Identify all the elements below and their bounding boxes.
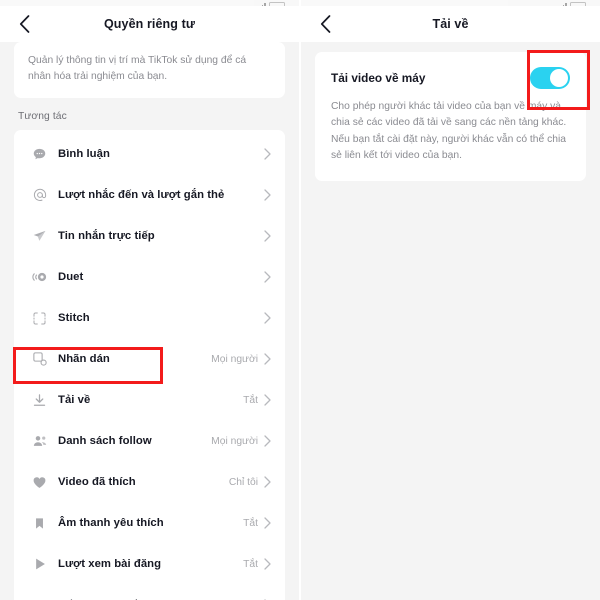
settings-row[interactable]: Bình luận: [14, 134, 285, 175]
settings-row[interactable]: Lượt xem bài đăng Tắt: [14, 544, 285, 585]
page-title: Tải về: [432, 17, 469, 31]
privacy-intro-card: Quản lý thông tin vị trí mà TikTok sử dụ…: [14, 42, 285, 98]
stitch-icon: [30, 309, 49, 328]
settings-row[interactable]: Stitch: [14, 298, 285, 339]
settings-row-label: Tin nhắn trực tiếp: [58, 230, 155, 243]
settings-row[interactable]: Nhãn dán Mọi người: [14, 339, 285, 380]
download-setting-title: Tải video về máy: [331, 71, 426, 85]
duet-icon: [30, 268, 49, 287]
toggle-knob: [550, 69, 568, 87]
right-phone-screen: Tải về Tải video về máy Cho phép người k…: [301, 0, 600, 600]
interaction-settings-card: Bình luận Lượt nhắc đến và lượt gắn thẻ Ti…: [14, 129, 285, 600]
settings-row[interactable]: Số lượt xem hồ sơBật: [14, 585, 285, 600]
back-button[interactable]: [315, 14, 335, 34]
heart-icon: [30, 473, 49, 492]
play-icon: [30, 555, 49, 574]
chevron-right-icon: [264, 312, 271, 325]
chevron-right-icon: [264, 476, 271, 489]
settings-row[interactable]: Video đã thích Chỉ tôi: [14, 462, 285, 503]
sticker-icon: [30, 350, 49, 369]
settings-row[interactable]: Lượt nhắc đến và lượt gắn thẻ: [14, 175, 285, 216]
settings-row-value: Tắt: [243, 558, 258, 570]
profile-views-icon: [30, 596, 49, 600]
settings-row[interactable]: Tải về Tắt: [14, 380, 285, 421]
settings-row-value: Tắt: [243, 394, 258, 406]
download-setting-description: Cho phép người khác tải video của bạn về…: [331, 101, 567, 162]
settings-row-label: Bình luận: [58, 148, 110, 161]
settings-row-label: Nhãn dán: [58, 353, 110, 366]
settings-row-label: Tải về: [58, 394, 91, 407]
settings-row-label: Duet: [58, 271, 84, 284]
section-header-interaction: Tương tác: [18, 110, 67, 122]
chevron-right-icon: [264, 148, 271, 161]
chevron-right-icon: [264, 517, 271, 530]
settings-row-value: Tắt: [243, 517, 258, 529]
settings-row[interactable]: Danh sách follow Mọi người: [14, 421, 285, 462]
settings-row[interactable]: Duet: [14, 257, 285, 298]
privacy-intro-text: Quản lý thông tin vị trí mà TikTok sử dụ…: [28, 55, 247, 82]
left-phone-screen: Quyền riêng tư Quản lý thông tin vị trí …: [0, 0, 301, 600]
settings-row-value: Chỉ tôi: [228, 476, 258, 488]
page-title: Quyền riêng tư: [103, 17, 196, 31]
follow-list-icon: [30, 432, 49, 451]
settings-row-value: Mọi người: [211, 435, 258, 447]
chevron-right-icon: [264, 230, 271, 243]
settings-row-label: Lượt nhắc đến và lượt gắn thẻ: [58, 189, 225, 202]
settings-row-label: Danh sách follow: [58, 435, 152, 448]
at-mention-icon: [30, 186, 49, 205]
download-icon: [30, 391, 49, 410]
chevron-right-icon: [264, 435, 271, 448]
download-setting-card: Tải video về máy Cho phép người khác tải…: [315, 52, 586, 181]
chevron-right-icon: [264, 558, 271, 571]
settings-row-label: Âm thanh yêu thích: [58, 517, 164, 530]
download-toggle-switch[interactable]: [530, 67, 570, 89]
nav-bar-left: Quyền riêng tư: [0, 6, 299, 42]
settings-row-label: Stitch: [58, 312, 90, 325]
chevron-right-icon: [264, 189, 271, 202]
nav-bar-right: Tải về: [301, 6, 600, 42]
screenshot-root: Quyền riêng tư Quản lý thông tin vị trí …: [0, 0, 600, 600]
settings-row[interactable]: Tin nhắn trực tiếp: [14, 216, 285, 257]
chevron-right-icon: [264, 394, 271, 407]
back-button[interactable]: [14, 14, 34, 34]
chevron-right-icon: [264, 271, 271, 284]
settings-list: Bình luận Lượt nhắc đến và lượt gắn thẻ Ti…: [14, 130, 285, 600]
bookmark-icon: [30, 514, 49, 533]
direct-message-icon: [30, 227, 49, 246]
settings-row-value: Mọi người: [211, 353, 258, 365]
settings-row-label: Video đã thích: [58, 476, 136, 489]
settings-row[interactable]: Âm thanh yêu thích Tắt: [14, 503, 285, 544]
settings-row-label: Lượt xem bài đăng: [58, 558, 162, 571]
download-setting-header: Tải video về máy: [331, 66, 570, 90]
comment-icon: [30, 145, 49, 164]
chevron-right-icon: [264, 353, 271, 366]
